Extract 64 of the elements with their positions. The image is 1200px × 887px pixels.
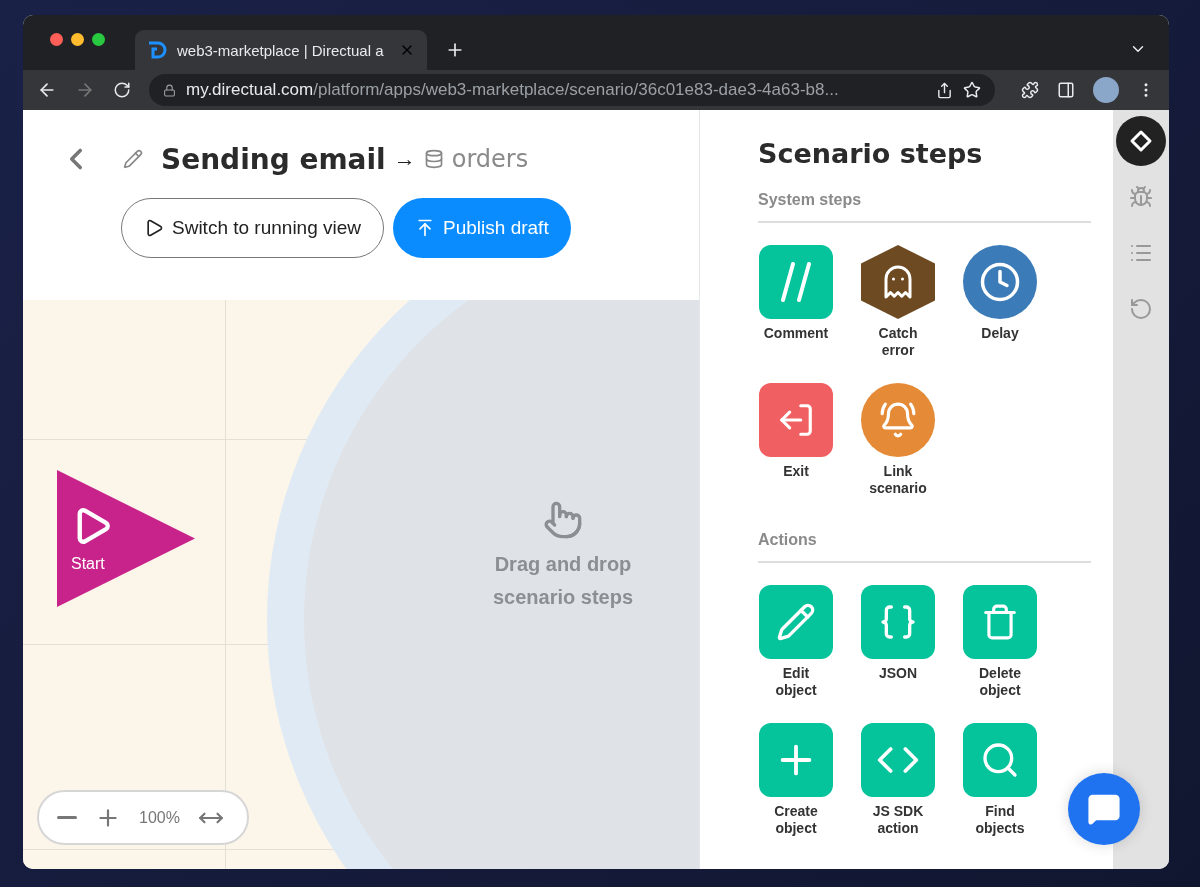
minus-icon: [57, 816, 77, 819]
drag-hand-icon: [543, 500, 583, 540]
trash-icon: [981, 603, 1019, 641]
extensions-icon[interactable]: [1021, 81, 1039, 99]
step-label: Create object: [773, 803, 819, 837]
chat-bubble-icon: [1087, 792, 1121, 826]
panel-title: Scenario steps: [758, 138, 984, 169]
minimize-window-button[interactable]: [71, 33, 84, 46]
reload-icon[interactable]: [113, 81, 131, 99]
maximize-window-button[interactable]: [92, 33, 105, 46]
step-label: Exit: [783, 463, 809, 480]
running-view-button[interactable]: Switch to running view: [121, 198, 385, 258]
start-node[interactable]: Start: [57, 470, 195, 607]
zoom-out-button[interactable]: [57, 816, 77, 819]
step-tile[interactable]: [861, 723, 935, 797]
profile-avatar[interactable]: [1093, 77, 1119, 103]
address-bar[interactable]: my.directual.com/platform/apps/web3-marketplace/scenario/36c01e83-dae3-4a63-b8...: [149, 74, 995, 106]
scenario-title: Sending email: [161, 142, 386, 176]
step-label: Delete object: [978, 665, 1022, 699]
step-tile[interactable]: [861, 585, 935, 659]
chat-button[interactable]: [1068, 773, 1140, 845]
step-label: Catch error: [877, 325, 919, 359]
section-title: Actions: [758, 531, 1091, 563]
search-icon: [980, 740, 1020, 780]
step-tile[interactable]: [759, 383, 833, 457]
step-label: Find objects: [974, 803, 1026, 837]
close-window-button[interactable]: [50, 33, 63, 46]
step-label: Comment: [763, 325, 829, 342]
step-tile[interactable]: [759, 723, 833, 797]
exit-icon: [777, 401, 815, 439]
drop-hint: Drag and drop scenario steps: [491, 552, 635, 610]
arrow-text: →: [393, 146, 416, 172]
step-tile[interactable]: [759, 245, 833, 319]
rail-tab[interactable]: [1116, 116, 1166, 166]
step-label: Delay: [981, 325, 1019, 342]
start-label: Start: [71, 554, 106, 573]
step-tile[interactable]: [963, 723, 1037, 797]
table-name: orders: [451, 145, 529, 173]
bug-icon: [1129, 185, 1153, 209]
lock-icon: [163, 83, 176, 97]
step-label: JSON: [878, 665, 918, 682]
play-icon: [144, 218, 164, 238]
share-icon[interactable]: [936, 81, 953, 99]
clock-icon: [979, 261, 1021, 303]
step-tile[interactable]: [963, 585, 1037, 659]
browser-tab[interactable]: web3-marketplace | Directual a: [135, 30, 427, 70]
bell-icon: [879, 401, 917, 439]
side-panel-icon[interactable]: [1057, 81, 1075, 99]
diamond-icon: [1129, 129, 1153, 153]
undo-icon: [1129, 297, 1153, 321]
step-label: Edit object: [774, 665, 818, 699]
step-label: JS SDK action: [871, 803, 925, 837]
double-slash-icon: [779, 262, 813, 302]
tab-title: web3-marketplace | Directual a: [177, 41, 385, 59]
step-tile[interactable]: [759, 585, 833, 659]
url-text: my.directual.com/platform/apps/web3-marketplace/scenario/36c01e83-dae3-4a63-b8...: [186, 80, 840, 100]
section-title: System steps: [758, 191, 1091, 223]
table-icon: [423, 149, 444, 169]
site-logo-icon: [147, 40, 167, 60]
bookmark-icon[interactable]: [963, 81, 981, 99]
zoom-level: 100%: [139, 808, 180, 827]
step-label: Link scenario: [868, 463, 928, 497]
pencil-icon[interactable]: [123, 149, 143, 169]
pencil-icon: [776, 602, 816, 642]
